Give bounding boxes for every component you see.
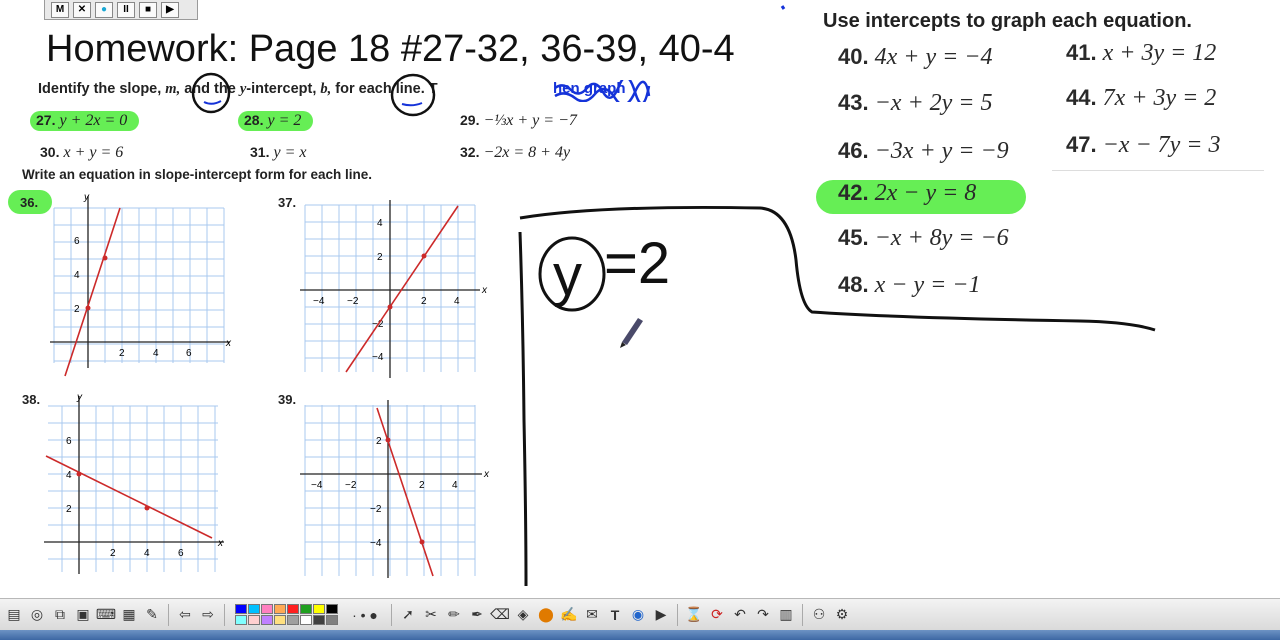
highlighter-icon[interactable]: ✒ — [467, 605, 487, 625]
capture-icon[interactable]: ⧉ — [50, 605, 70, 625]
color-swatch[interactable] — [274, 615, 286, 625]
color-swatch[interactable] — [313, 604, 325, 614]
color-swatch[interactable] — [248, 604, 260, 614]
toolbar-separator — [677, 603, 678, 626]
redo-icon[interactable]: ↷ — [753, 605, 773, 625]
windows-taskbar — [0, 630, 1280, 640]
color-swatch[interactable] — [300, 604, 312, 614]
color-swatch[interactable] — [313, 615, 325, 625]
magic-pen-icon[interactable]: ✍ — [559, 605, 579, 625]
color-swatch[interactable] — [287, 615, 299, 625]
ink-box-left — [518, 231, 528, 587]
color-swatch[interactable] — [326, 604, 338, 614]
next-page-icon[interactable]: ⇨ — [198, 605, 218, 625]
ink-dot — [780, 5, 786, 10]
select-icon[interactable]: ➚ — [398, 605, 418, 625]
previous-page-icon[interactable]: ⇦ — [175, 605, 195, 625]
color-swatch[interactable] — [248, 615, 260, 625]
refresh-icon[interactable]: ⟳ — [707, 605, 727, 625]
keyboard-icon[interactable]: ⌨ — [96, 605, 116, 625]
document-camera-icon[interactable]: ▣ — [73, 605, 93, 625]
underline-b — [401, 102, 423, 107]
handwritten-equals-2: =2 — [604, 231, 670, 296]
color-swatch[interactable] — [235, 604, 247, 614]
page-icon[interactable]: ▥ — [776, 605, 796, 625]
circle-b — [390, 73, 436, 117]
properties-icon[interactable]: ⚙ — [832, 605, 852, 625]
text-icon[interactable]: T — [605, 605, 625, 625]
underline-m — [203, 100, 222, 105]
fill-icon[interactable]: ◈ — [513, 605, 533, 625]
shape-icon[interactable]: ⬤ — [536, 605, 556, 625]
handwritten-y: y — [553, 243, 582, 308]
color-swatch[interactable] — [300, 615, 312, 625]
color-swatch[interactable] — [261, 604, 273, 614]
color-palette[interactable] — [235, 604, 338, 625]
toolbar-separator — [224, 603, 225, 626]
gallery-icon[interactable]: ◉ — [628, 605, 648, 625]
view-screens-icon[interactable]: ▤ — [4, 605, 24, 625]
color-swatch[interactable] — [235, 615, 247, 625]
circle-m — [191, 72, 231, 114]
pen-cursor-icon — [620, 318, 643, 348]
globe-icon[interactable]: ◎ — [27, 605, 47, 625]
image-icon[interactable]: ▦ — [119, 605, 139, 625]
pen-icon[interactable]: ✏ — [444, 605, 464, 625]
toolbar-separator — [391, 603, 392, 626]
toolbar-separator — [168, 603, 169, 626]
timer-icon[interactable]: ⌛ — [684, 605, 704, 625]
eraser-icon[interactable]: ⌫ — [490, 605, 510, 625]
ink-layer: y =2 — [191, 5, 1156, 587]
undo-icon[interactable]: ↶ — [730, 605, 750, 625]
smartboard-toolbar: ▤ ◎ ⧉ ▣ ⌨ ▦ ✎ ⇦ ⇨ · • ● ➚ ✂ ✏ ✒ ⌫ ◈ ⬤ ✍ … — [0, 598, 1280, 630]
line-width-icon[interactable]: · • ● — [345, 605, 385, 625]
toolbar-separator — [802, 603, 803, 626]
color-swatch[interactable] — [274, 604, 286, 614]
color-swatch[interactable] — [261, 615, 273, 625]
pen-tools-icon[interactable]: ✂ — [421, 605, 441, 625]
color-swatch[interactable] — [326, 615, 338, 625]
user-icon[interactable]: ⚇ — [809, 605, 829, 625]
play-icon[interactable]: ▶ — [651, 605, 671, 625]
text-box-icon[interactable]: ✉ — [582, 605, 602, 625]
tools-icon[interactable]: ✎ — [142, 605, 162, 625]
color-swatch[interactable] — [287, 604, 299, 614]
